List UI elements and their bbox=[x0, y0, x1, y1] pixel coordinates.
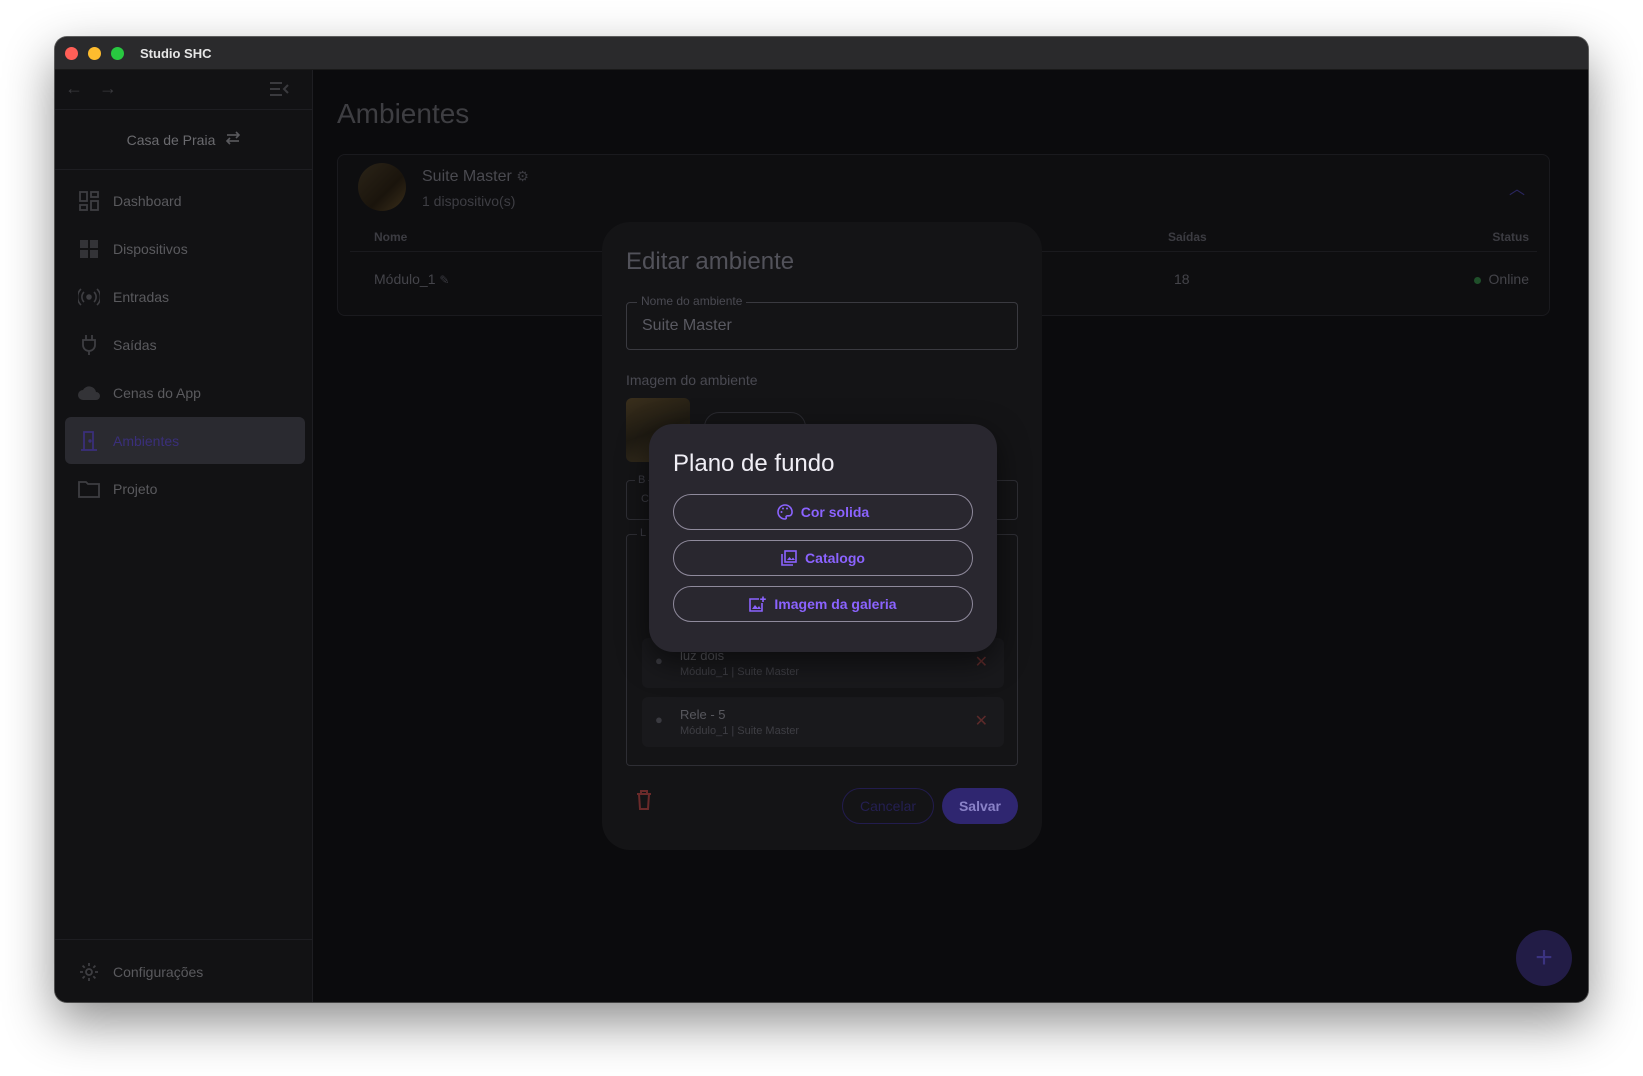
delete-environment-icon[interactable] bbox=[636, 790, 652, 815]
inputs-icon bbox=[77, 285, 101, 309]
output-name: Rele - 5 bbox=[680, 707, 726, 722]
environment-name-field[interactable]: Nome do ambiente Suite Master bbox=[626, 294, 1018, 350]
sidebar-item-dispositivos[interactable]: Dispositivos bbox=[65, 225, 305, 272]
save-button[interactable]: Salvar bbox=[942, 788, 1018, 824]
button-label: Imagem da galeria bbox=[774, 596, 897, 612]
sidebar-footer: Configurações bbox=[55, 939, 313, 1002]
lightbulb-icon: ● bbox=[655, 712, 663, 727]
list-label: L bbox=[637, 527, 650, 539]
sidebar-item-configuracoes[interactable]: Configurações bbox=[65, 948, 305, 995]
plus-icon: + bbox=[1535, 941, 1553, 974]
table-row-name[interactable]: Módulo_1 ✎ bbox=[374, 271, 449, 287]
solid-color-button[interactable]: Cor solida bbox=[673, 494, 973, 530]
gear-icon bbox=[77, 960, 101, 984]
sidebar-item-label: Ambientes bbox=[113, 432, 180, 449]
select-value: C bbox=[641, 493, 649, 505]
sidebar-item-dashboard[interactable]: Dashboard bbox=[65, 177, 305, 224]
sidebar-item-label: Configurações bbox=[113, 963, 204, 980]
dialog-title: Plano de fundo bbox=[673, 450, 835, 477]
add-photo-icon bbox=[749, 596, 767, 612]
chevron-up-icon[interactable]: ︿ bbox=[1509, 175, 1525, 199]
remove-output-icon[interactable]: ✕ bbox=[975, 652, 988, 672]
table-row-status: Online bbox=[1473, 271, 1529, 287]
lightbulb-icon: ● bbox=[655, 653, 663, 668]
sidebar-item-label: Dashboard bbox=[113, 192, 182, 209]
select-label: B bbox=[635, 474, 649, 486]
column-header-name: Nome bbox=[374, 230, 408, 244]
field-label: Nome do ambiente bbox=[637, 294, 747, 308]
cloud-icon bbox=[77, 381, 101, 405]
sidebar-item-entradas[interactable]: Entradas bbox=[65, 273, 305, 320]
sidebar-item-ambientes[interactable]: Ambientes bbox=[65, 417, 305, 464]
table-row-outputs: 18 bbox=[1174, 271, 1190, 287]
output-location: Módulo_1 | Suite Master bbox=[680, 666, 800, 678]
nav-arrows: ← → bbox=[55, 70, 313, 110]
image-library-icon bbox=[781, 550, 797, 566]
background-picker-dialog: Plano de fundo Cor solida Catalogo Image… bbox=[649, 424, 997, 652]
sidebar-item-cenas[interactable]: Cenas do App bbox=[65, 369, 305, 416]
settings-gear-icon[interactable]: ⚙ bbox=[516, 168, 529, 184]
back-arrow-icon[interactable]: ← bbox=[65, 78, 83, 99]
collapse-menu-icon[interactable] bbox=[269, 80, 289, 103]
dialog-title: Editar ambiente bbox=[626, 248, 795, 275]
sidebar-item-label: Projeto bbox=[113, 480, 158, 497]
maximize-window-button[interactable] bbox=[111, 47, 124, 60]
devices-icon bbox=[77, 237, 101, 261]
swap-icon bbox=[225, 131, 241, 148]
sidebar-item-label: Cenas do App bbox=[113, 384, 201, 401]
sidebar-item-label: Entradas bbox=[113, 288, 170, 305]
project-selector[interactable]: Casa de Praia bbox=[55, 110, 313, 170]
title-bar: Studio SHC bbox=[55, 37, 1588, 70]
dashboard-icon bbox=[77, 189, 101, 213]
sidebar-item-label: Dispositivos bbox=[113, 240, 188, 257]
column-header-outputs: Saídas bbox=[1168, 230, 1207, 244]
palette-icon bbox=[776, 504, 793, 520]
column-header-status: Status bbox=[1492, 230, 1529, 244]
environment-name: Suite Master ⚙ bbox=[422, 168, 529, 185]
folder-icon bbox=[77, 477, 101, 501]
door-icon bbox=[77, 429, 101, 453]
cancel-button[interactable]: Cancelar bbox=[842, 788, 934, 824]
plug-icon bbox=[77, 333, 101, 357]
page-title: Ambientes bbox=[337, 98, 470, 129]
forward-arrow-icon[interactable]: → bbox=[99, 78, 117, 99]
list-item: ● Rele - 5 Módulo_1 | Suite Master ✕ bbox=[642, 697, 1004, 747]
add-environment-button[interactable]: + bbox=[1516, 930, 1572, 986]
sidebar-item-projeto[interactable]: Projeto bbox=[65, 465, 305, 512]
gallery-image-button[interactable]: Imagem da galeria bbox=[673, 586, 973, 622]
field-value: Suite Master bbox=[642, 317, 732, 334]
environment-avatar bbox=[358, 163, 406, 211]
window-title: Studio SHC bbox=[140, 46, 212, 61]
project-name: Casa de Praia bbox=[126, 131, 216, 148]
image-section-label: Imagem do ambiente bbox=[626, 372, 758, 388]
environment-device-count: 1 dispositivo(s) bbox=[422, 193, 516, 209]
sidebar-item-label: Saídas bbox=[113, 336, 157, 353]
button-label: Cor solida bbox=[800, 504, 870, 520]
remove-output-icon[interactable]: ✕ bbox=[975, 711, 988, 731]
sidebar-item-saidas[interactable]: Saídas bbox=[65, 321, 305, 368]
edit-pencil-icon[interactable]: ✎ bbox=[439, 273, 449, 287]
close-window-button[interactable] bbox=[65, 47, 78, 60]
status-dot-icon bbox=[1473, 276, 1481, 284]
output-location: Módulo_1 | Suite Master bbox=[680, 725, 800, 737]
button-label: Catalogo bbox=[805, 550, 865, 566]
sidebar: ← → Casa de Praia Dashboard Dispositivos bbox=[55, 70, 313, 1002]
catalog-button[interactable]: Catalogo bbox=[673, 540, 973, 576]
minimize-window-button[interactable] bbox=[88, 47, 101, 60]
